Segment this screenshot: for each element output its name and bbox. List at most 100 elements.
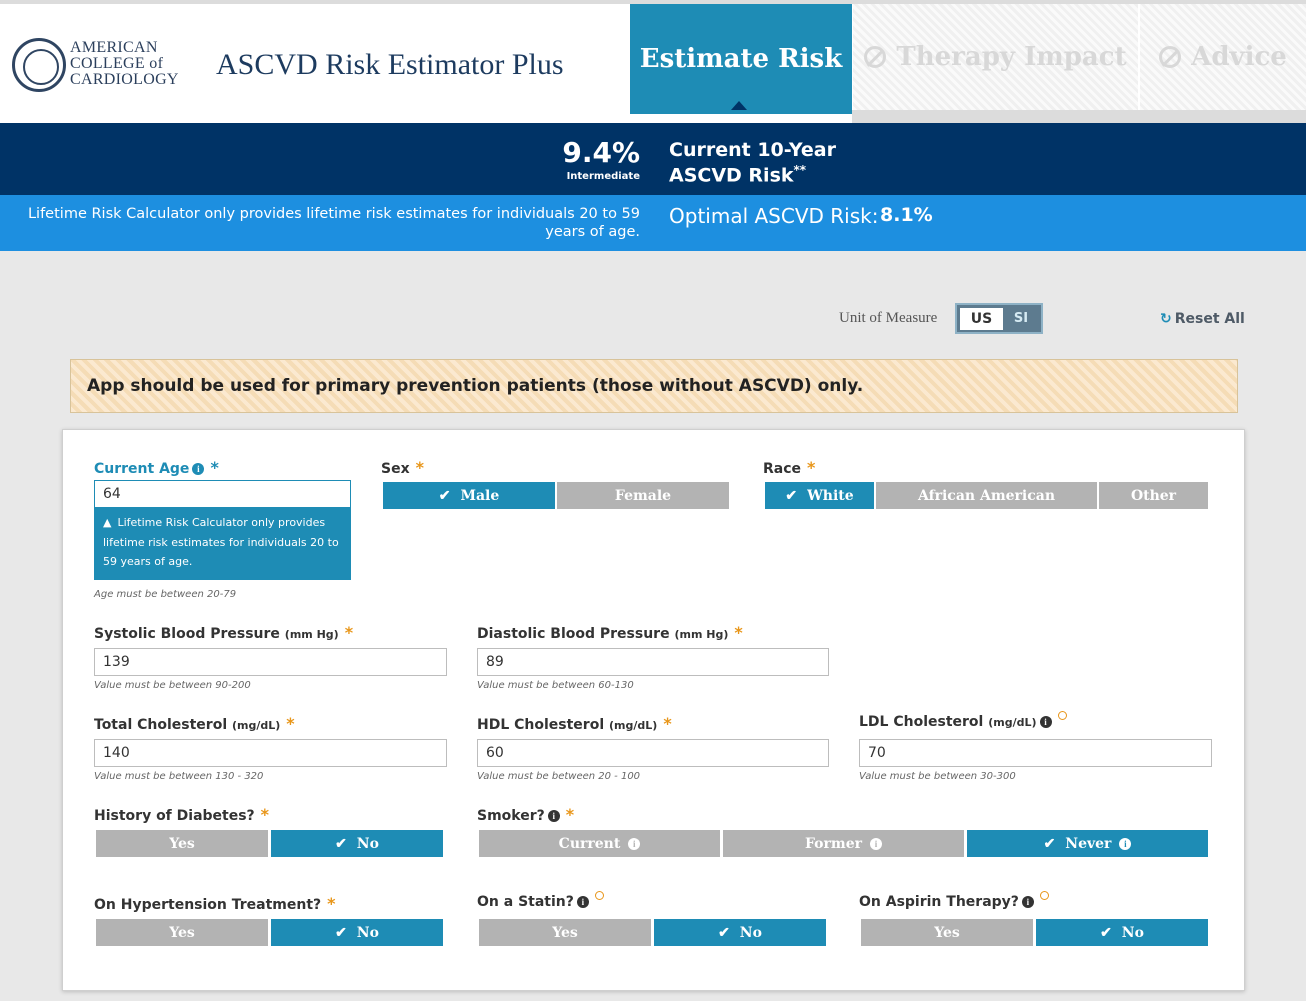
required-asterisk: *: [344, 623, 354, 642]
ldl-unit: (mg/dL): [988, 716, 1037, 729]
aspirin-yes-label: Yes: [934, 924, 960, 941]
ldl-label: LDL Cholesterol (mg/dL) i: [859, 711, 1067, 730]
checkmark-icon: ✔: [1100, 924, 1112, 941]
risk-value: 9.4%: [562, 136, 640, 169]
app-title: ASCVD Risk Estimator Plus: [216, 48, 564, 81]
primary-prevention-warning: App should be used for primary preventio…: [70, 359, 1238, 413]
info-icon[interactable]: i: [628, 837, 641, 850]
age-input[interactable]: 64: [94, 480, 351, 508]
optimal-risk-value: 8.1%: [880, 204, 933, 226]
unit-of-measure-toggle[interactable]: US SI: [955, 303, 1043, 334]
race-other-label: Other: [1130, 487, 1177, 504]
optional-indicator: [594, 891, 604, 900]
info-icon[interactable]: i: [869, 837, 882, 850]
age-hint: Age must be between 20-79: [94, 589, 237, 600]
hypertension-yes-button[interactable]: Yes: [96, 919, 270, 946]
checkmark-icon: ✔: [335, 835, 347, 852]
optimal-risk-label: Optimal ASCVD Risk:: [669, 204, 879, 228]
checkmark-icon: ✔: [1043, 835, 1056, 852]
sex-female-button[interactable]: Female: [557, 482, 731, 509]
dbp-label-text: Diastolic Blood Pressure: [477, 626, 670, 642]
age-label-text: Current Age: [94, 461, 190, 477]
smoker-never-label: Never: [1065, 835, 1112, 852]
smoker-former-button[interactable]: Former i: [723, 830, 966, 857]
risk-label-line-1: Current 10-Year: [669, 139, 836, 161]
race-other-button[interactable]: Other: [1099, 482, 1210, 509]
risk-level: Intermediate: [566, 171, 640, 182]
diabetes-yes-button[interactable]: Yes: [96, 830, 270, 857]
smoker-label: Smoker? i *: [477, 805, 574, 824]
logo-line-2: COLLEGE of: [70, 55, 164, 72]
sbp-unit: (mm Hg): [284, 628, 339, 641]
sex-label: Sex *: [381, 458, 424, 477]
diabetes-label-text: History of Diabetes?: [94, 808, 255, 824]
disabled-icon: [864, 46, 887, 68]
tab-advice[interactable]: Advice: [1140, 4, 1306, 110]
diabetes-no-button[interactable]: ✔ No: [271, 830, 445, 857]
reset-all-button[interactable]: ↻ Reset All: [1160, 311, 1245, 327]
dbp-unit: (mm Hg): [674, 628, 729, 641]
aspirin-no-label: No: [1121, 924, 1144, 941]
required-asterisk: *: [663, 714, 672, 733]
sex-male-button[interactable]: ✔ Male: [383, 482, 557, 509]
hdl-unit: (mg/dL): [609, 719, 658, 732]
hdl-input[interactable]: 60: [477, 739, 829, 767]
logo-line-3: CARDIOLOGY: [70, 71, 179, 88]
info-icon[interactable]: i: [192, 463, 205, 475]
risk-label-footnote: **: [793, 163, 807, 177]
disabled-icon: [1159, 46, 1182, 68]
required-asterisk: *: [807, 458, 816, 477]
hypertension-label-text: On Hypertension Treatment?: [94, 897, 322, 913]
aspirin-yes-button[interactable]: Yes: [861, 919, 1035, 946]
required-asterisk: *: [210, 458, 219, 477]
risk-summary-bar: [0, 123, 1306, 195]
smoker-never-button[interactable]: ✔ Never i: [967, 830, 1210, 857]
acc-wordmark: AMERICAN COLLEGE of CARDIOLOGY: [70, 40, 179, 88]
dbp-input[interactable]: 89: [477, 648, 829, 676]
tab-estimate-risk[interactable]: Estimate Risk: [630, 4, 852, 114]
info-icon[interactable]: i: [547, 810, 560, 822]
info-icon[interactable]: i: [1039, 716, 1052, 728]
statin-yes-button[interactable]: Yes: [479, 919, 653, 946]
dbp-hint: Value must be between 60-130: [477, 680, 634, 691]
sex-male-label: Male: [460, 487, 500, 504]
aspirin-label: On Aspirin Therapy? i: [859, 891, 1049, 910]
total-cholesterol-label: Total Cholesterol (mg/dL) *: [94, 714, 295, 733]
statin-no-button[interactable]: ✔ No: [654, 919, 828, 946]
warning-icon: ▲: [103, 516, 112, 529]
tab-strip-base: [852, 110, 1306, 123]
required-asterisk: *: [327, 894, 336, 913]
statin-label: On a Statin? i: [477, 891, 604, 910]
race-white-button[interactable]: ✔ White: [765, 482, 876, 509]
race-african-american-label: African American: [917, 487, 1056, 504]
risk-label-line-2-wrap: ASCVD Risk**: [669, 160, 836, 185]
total-cholesterol-input[interactable]: 140: [94, 739, 447, 767]
hypertension-no-label: No: [356, 924, 379, 941]
smoker-former-label: Former: [805, 835, 862, 852]
sbp-input[interactable]: 139: [94, 648, 447, 676]
sbp-hint: Value must be between 90-200: [94, 680, 251, 691]
aspirin-no-button[interactable]: ✔ No: [1036, 919, 1210, 946]
race-african-american-button[interactable]: African American: [876, 482, 1099, 509]
info-icon[interactable]: i: [1021, 896, 1034, 908]
active-tab-pointer: [731, 101, 747, 110]
ldl-input[interactable]: 70: [859, 739, 1212, 767]
diabetes-no-label: No: [356, 835, 379, 852]
smoker-current-label: Current: [558, 835, 621, 852]
statin-label-text: On a Statin?: [477, 894, 574, 910]
ldl-hint: Value must be between 30-300: [859, 771, 1016, 782]
checkmark-icon: ✔: [718, 924, 730, 941]
unit-si-option[interactable]: SI: [1003, 308, 1039, 330]
info-icon[interactable]: i: [1119, 837, 1132, 850]
hypertension-no-button[interactable]: ✔ No: [271, 919, 445, 946]
unit-us-option[interactable]: US: [960, 308, 1003, 330]
required-asterisk: *: [565, 805, 575, 824]
lifetime-risk-message: Lifetime Risk Calculator only provides l…: [27, 206, 640, 240]
diabetes-label: History of Diabetes? *: [94, 805, 269, 824]
diabetes-yes-label: Yes: [169, 835, 195, 852]
smoker-current-button[interactable]: Current i: [479, 830, 722, 857]
tab-therapy-impact[interactable]: Therapy Impact: [853, 4, 1138, 110]
info-icon[interactable]: i: [576, 896, 589, 908]
checkmark-icon: ✔: [785, 487, 798, 504]
total-cholesterol-label-text: Total Cholesterol: [94, 717, 228, 733]
